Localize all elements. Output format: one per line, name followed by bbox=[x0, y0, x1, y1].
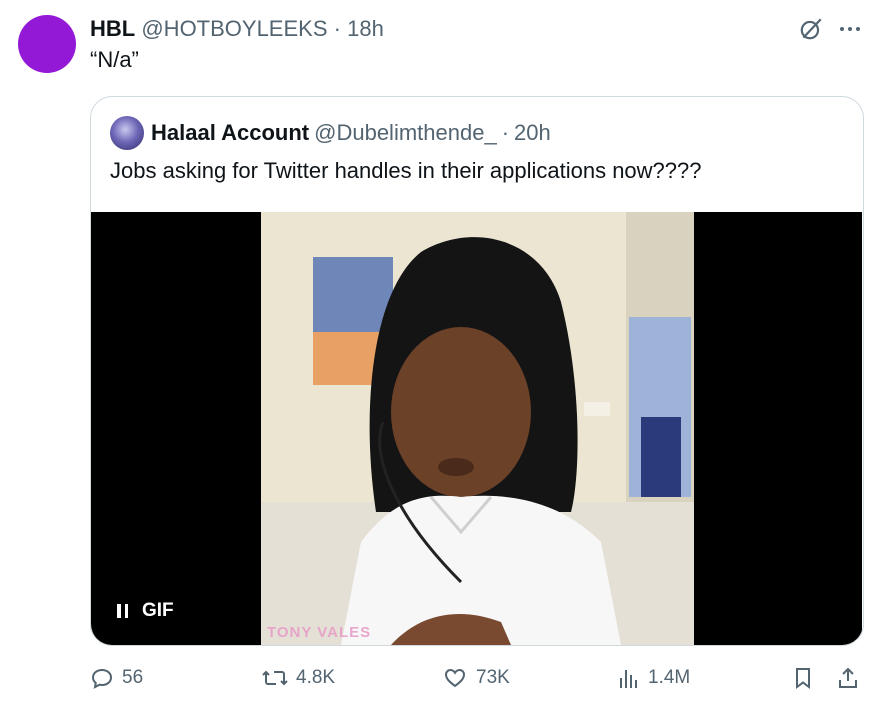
gif-scene bbox=[261, 212, 694, 645]
author-display-name[interactable]: HBL bbox=[90, 16, 135, 41]
tweet-time[interactable]: 18h bbox=[347, 16, 384, 41]
repost-button[interactable]: 4.8K bbox=[262, 666, 335, 690]
bookmark-icon bbox=[796, 668, 810, 689]
quoted-text: Jobs asking for Twitter handles in their… bbox=[110, 158, 702, 183]
share-button[interactable] bbox=[836, 666, 860, 690]
like-icon bbox=[444, 668, 466, 688]
reply-icon bbox=[91, 668, 113, 689]
author-handle[interactable]: @HOTBOYLEEKS bbox=[141, 16, 327, 41]
meta-separator: · bbox=[333, 16, 341, 41]
quoted-handle: @Dubelimthende_ bbox=[314, 120, 497, 145]
author-avatar[interactable] bbox=[18, 15, 76, 73]
repost-icon bbox=[262, 670, 288, 686]
tweet-header: HBL @HOTBOYLEEKS · 18h bbox=[90, 16, 384, 42]
like-button[interactable]: 73K bbox=[442, 666, 510, 690]
gif-controls: GIF bbox=[117, 600, 174, 622]
gif-badge-label: GIF bbox=[142, 600, 174, 621]
meta-separator: · bbox=[501, 120, 510, 145]
grok-icon[interactable] bbox=[798, 16, 824, 42]
more-icon[interactable] bbox=[838, 17, 862, 41]
like-count: 73K bbox=[476, 667, 510, 688]
bookmark-button[interactable] bbox=[792, 666, 814, 690]
gif-media[interactable]: TONY VALES GIF bbox=[91, 212, 862, 645]
quoted-display-name: Halaal Account bbox=[151, 120, 310, 145]
action-bar: 56 4.8K 73K 1.4M bbox=[90, 666, 864, 696]
views-icon bbox=[620, 670, 637, 688]
views-button[interactable]: 1.4M bbox=[618, 666, 690, 690]
reply-count: 56 bbox=[122, 667, 144, 688]
tweet-top-actions bbox=[798, 16, 862, 42]
quoted-header: Halaal Account @Dubelimthende_ · 20h bbox=[110, 116, 551, 150]
views-count: 1.4M bbox=[648, 667, 691, 688]
quoted-time: 20h bbox=[514, 120, 551, 145]
reply-button[interactable]: 56 bbox=[90, 666, 143, 690]
pause-icon[interactable] bbox=[117, 604, 128, 618]
gif-watermark: TONY VALES bbox=[267, 624, 372, 641]
quoted-avatar bbox=[110, 116, 144, 150]
tweet-text: “N/a” bbox=[90, 47, 139, 72]
gif-frame: TONY VALES bbox=[261, 212, 694, 645]
repost-count: 4.8K bbox=[296, 667, 336, 688]
share-icon bbox=[839, 667, 857, 688]
quoted-tweet[interactable]: Halaal Account @Dubelimthende_ · 20h Job… bbox=[90, 96, 864, 646]
